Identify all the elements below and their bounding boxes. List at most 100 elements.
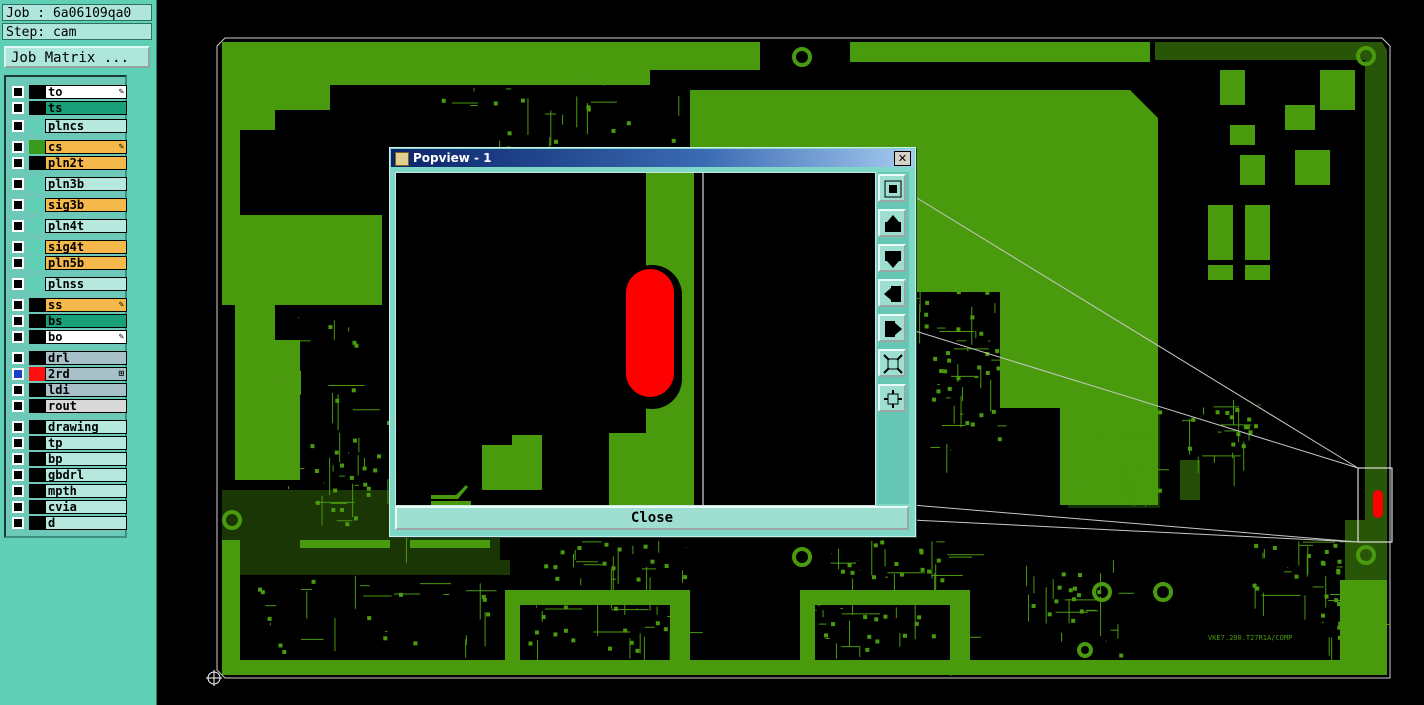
layer-name[interactable]: to ✎ — [45, 85, 127, 99]
layer-row-plnss[interactable]: plnss — [9, 277, 127, 291]
layer-name[interactable]: drl — [45, 351, 127, 365]
layer-row-bp[interactable]: bp — [9, 452, 127, 466]
layer-color-swatch[interactable] — [29, 219, 45, 233]
layer-checkbox[interactable] — [12, 315, 24, 327]
layer-checkbox[interactable] — [12, 421, 24, 433]
layer-name[interactable]: cs ✎ — [45, 140, 127, 154]
layer-color-swatch[interactable] — [29, 140, 45, 154]
layer-color-swatch[interactable] — [29, 452, 45, 466]
layer-color-swatch[interactable] — [29, 367, 45, 381]
layer-checkbox[interactable] — [12, 485, 24, 497]
layer-row-drl[interactable]: drl — [9, 351, 127, 365]
layer-color-swatch[interactable] — [29, 516, 45, 530]
layer-color-swatch[interactable] — [29, 330, 45, 344]
layer-row-ts[interactable]: ts — [9, 101, 127, 115]
zoomed-drill-hole[interactable] — [626, 269, 674, 397]
pan-down-icon[interactable] — [878, 244, 906, 272]
layer-color-swatch[interactable] — [29, 351, 45, 365]
layer-color-swatch[interactable] — [29, 436, 45, 450]
layer-name[interactable]: mpth — [45, 484, 127, 498]
layer-color-swatch[interactable] — [29, 177, 45, 191]
layer-row-pln4t[interactable]: pln4t — [9, 219, 127, 233]
layer-row-sig4t[interactable]: sig4t — [9, 240, 127, 254]
popview-zoom-view[interactable] — [395, 172, 876, 506]
layer-row-pln2t[interactable]: pln2t — [9, 156, 127, 170]
layer-color-swatch[interactable] — [29, 85, 45, 99]
layer-row-sig3b[interactable]: sig3b — [9, 198, 127, 212]
layer-color-swatch[interactable] — [29, 198, 45, 212]
layer-name[interactable]: pln4t — [45, 219, 127, 233]
layer-checkbox[interactable] — [12, 368, 24, 380]
job-matrix-button[interactable]: Job Matrix ... — [4, 46, 150, 68]
pan-up-icon[interactable] — [878, 209, 906, 237]
layer-color-swatch[interactable] — [29, 484, 45, 498]
layer-name[interactable]: tp — [45, 436, 127, 450]
layer-color-swatch[interactable] — [29, 256, 45, 270]
zoom-fit-icon[interactable] — [878, 174, 906, 202]
layer-checkbox[interactable] — [12, 501, 24, 513]
layer-name[interactable]: ts — [45, 101, 127, 115]
layer-checkbox[interactable] — [12, 178, 24, 190]
layer-row-ldi[interactable]: ldi — [9, 383, 127, 397]
layer-checkbox[interactable] — [12, 400, 24, 412]
layer-name[interactable]: sig4t — [45, 240, 127, 254]
layer-name[interactable]: bo ✎ — [45, 330, 127, 344]
layer-row-cs[interactable]: cs ✎ — [9, 140, 127, 154]
layer-checkbox[interactable] — [12, 220, 24, 232]
layer-checkbox[interactable] — [12, 437, 24, 449]
layer-checkbox[interactable] — [12, 86, 24, 98]
layer-row-plncs[interactable]: plncs — [9, 119, 127, 133]
layer-row-ss[interactable]: ss ✎ — [9, 298, 127, 312]
layer-color-swatch[interactable] — [29, 468, 45, 482]
layer-row-cvia[interactable]: cvia — [9, 500, 127, 514]
layer-name[interactable]: rout — [45, 399, 127, 413]
layer-row-2rd[interactable]: 2rd ⊞ — [9, 367, 127, 381]
popview-titlebar[interactable]: Popview - 1 ✕ — [391, 149, 914, 167]
highlighted-drill[interactable] — [1373, 490, 1383, 518]
layer-name[interactable]: plnss — [45, 277, 127, 291]
layer-color-swatch[interactable] — [29, 420, 45, 434]
layer-color-swatch[interactable] — [29, 383, 45, 397]
layer-checkbox[interactable] — [12, 120, 24, 132]
zoom-out-icon[interactable] — [878, 349, 906, 377]
layer-name[interactable]: d — [45, 516, 127, 530]
layer-checkbox[interactable] — [12, 469, 24, 481]
layer-row-d[interactable]: d — [9, 516, 127, 530]
layer-name[interactable]: pln2t — [45, 156, 127, 170]
layer-checkbox[interactable] — [12, 241, 24, 253]
layer-checkbox[interactable] — [12, 102, 24, 114]
layer-row-pln3b[interactable]: pln3b — [9, 177, 127, 191]
layer-row-mpth[interactable]: mpth — [9, 484, 127, 498]
layer-name[interactable]: bp — [45, 452, 127, 466]
layer-name[interactable]: pln5b — [45, 256, 127, 270]
layer-color-swatch[interactable] — [29, 119, 45, 133]
close-icon[interactable]: ✕ — [894, 151, 911, 166]
layer-name[interactable]: plncs — [45, 119, 127, 133]
layer-color-swatch[interactable] — [29, 500, 45, 514]
layer-name[interactable]: cvia — [45, 500, 127, 514]
close-button[interactable]: Close — [395, 506, 909, 530]
layer-name[interactable]: ldi — [45, 383, 127, 397]
layer-color-swatch[interactable] — [29, 314, 45, 328]
layer-row-tp[interactable]: tp — [9, 436, 127, 450]
layer-color-swatch[interactable] — [29, 399, 45, 413]
layer-color-swatch[interactable] — [29, 240, 45, 254]
layer-checkbox[interactable] — [12, 199, 24, 211]
layer-checkbox[interactable] — [12, 453, 24, 465]
pan-left-icon[interactable] — [878, 279, 906, 307]
layer-checkbox[interactable] — [12, 384, 24, 396]
zoom-in-icon[interactable] — [878, 384, 906, 412]
layer-name[interactable]: sig3b — [45, 198, 127, 212]
layer-row-bs[interactable]: bs — [9, 314, 127, 328]
layer-checkbox[interactable] — [12, 352, 24, 364]
layer-name[interactable]: pln3b — [45, 177, 127, 191]
layer-row-gbdrl[interactable]: gbdrl — [9, 468, 127, 482]
layer-row-rout[interactable]: rout — [9, 399, 127, 413]
layer-name[interactable]: drawing — [45, 420, 127, 434]
layer-color-swatch[interactable] — [29, 101, 45, 115]
layer-checkbox[interactable] — [12, 157, 24, 169]
layer-checkbox[interactable] — [12, 141, 24, 153]
layer-color-swatch[interactable] — [29, 277, 45, 291]
layer-color-swatch[interactable] — [29, 298, 45, 312]
layer-row-to[interactable]: to ✎ — [9, 85, 127, 99]
